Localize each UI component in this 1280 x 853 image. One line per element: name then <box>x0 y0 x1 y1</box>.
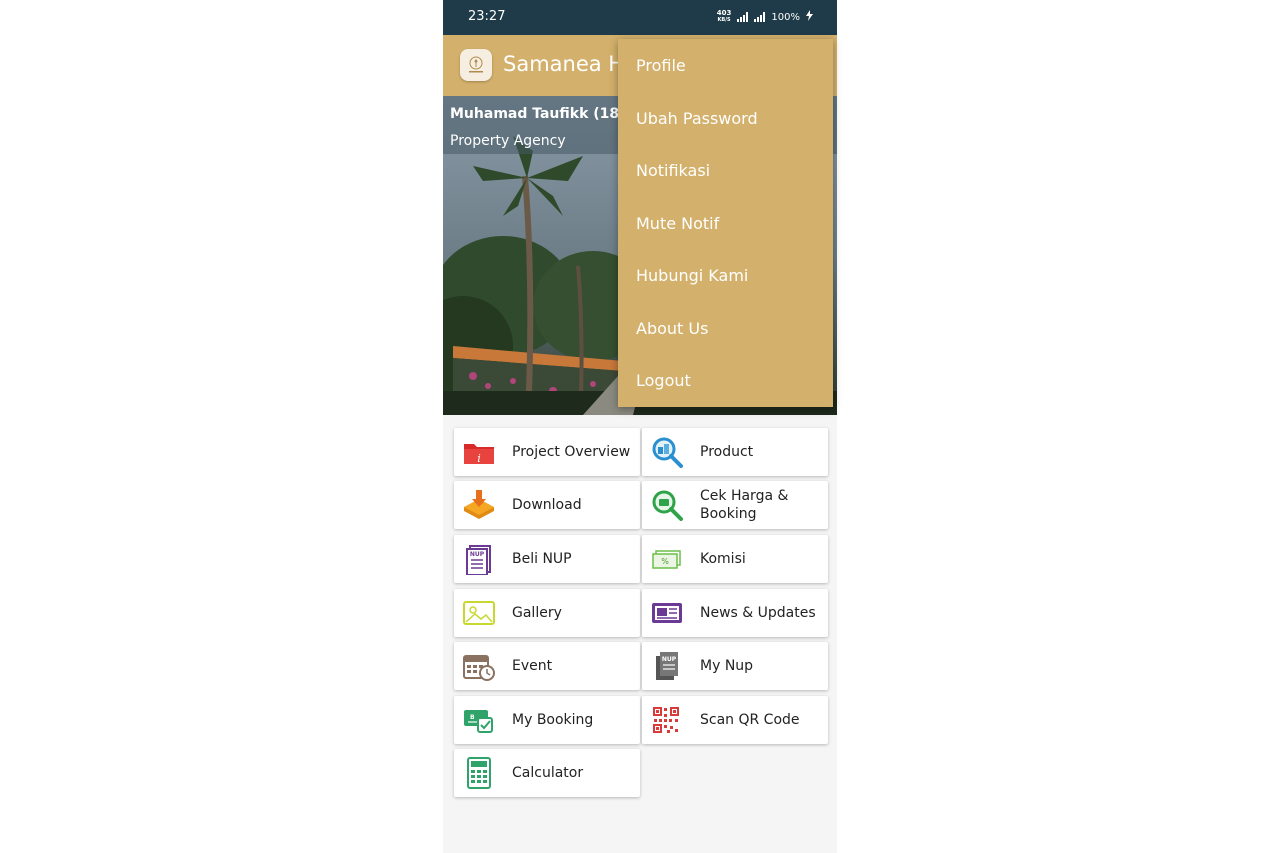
magnifier-building-icon <box>650 436 684 468</box>
menu-item-hubungi-kami[interactable]: Hubungi Kami <box>636 266 748 285</box>
menu-label: News & Updates <box>700 605 816 621</box>
menu-label: Project Overview <box>512 444 631 460</box>
my-nup-document-icon: NUP <box>650 650 684 682</box>
menu-gallery[interactable]: Gallery <box>454 589 640 637</box>
signal-icon-2 <box>754 12 766 22</box>
menu-label-line2: Booking <box>700 506 757 522</box>
menu-label-line1: Cek Harga & <box>700 488 789 504</box>
menu-label: Komisi <box>700 551 746 567</box>
svg-text:B: B <box>470 714 475 721</box>
app-title: Samanea Hil <box>503 52 636 76</box>
menu-download[interactable]: Download <box>454 481 640 529</box>
menu-item-profile[interactable]: Profile <box>636 56 686 75</box>
menu-label: Product <box>700 444 754 460</box>
menu-label: Event <box>512 658 553 674</box>
menu-item-notifikasi[interactable]: Notifikasi <box>636 161 710 180</box>
menu-cek-harga-booking[interactable]: Cek Harga & Booking <box>642 481 828 529</box>
app-logo-icon <box>460 49 492 81</box>
menu-project-overview[interactable]: i Project Overview <box>454 428 640 476</box>
calculator-icon <box>462 757 496 789</box>
menu-event[interactable]: Event <box>454 642 640 690</box>
svg-text:%: % <box>661 557 669 566</box>
calendar-clock-icon <box>462 650 496 682</box>
user-role: Property Agency <box>450 133 566 149</box>
status-bar: 23:27 403 KB/S 100% <box>443 0 837 35</box>
battery-percent: 100% <box>771 11 800 23</box>
folder-info-icon: i <box>462 436 496 468</box>
menu-label: Beli NUP <box>512 551 572 567</box>
menu-my-booking[interactable]: B My Booking <box>454 696 640 744</box>
overflow-menu: Profile Ubah Password Notifikasi Mute No… <box>618 39 833 407</box>
booking-check-icon: B <box>462 704 496 736</box>
charging-icon <box>806 10 813 24</box>
menu-label: My Nup <box>700 658 754 674</box>
menu-scan-qr-code[interactable]: Scan QR Code <box>642 696 828 744</box>
status-time: 23:27 <box>468 9 506 24</box>
menu-product[interactable]: Product <box>642 428 828 476</box>
menu-calculator[interactable]: Calculator <box>454 749 640 797</box>
menu-item-ubah-password[interactable]: Ubah Password <box>636 109 758 128</box>
menu-label: Gallery <box>512 605 562 621</box>
download-icon <box>462 489 496 521</box>
menu-label: Download <box>512 497 582 513</box>
newspaper-icon <box>650 597 684 629</box>
svg-text:i: i <box>477 452 481 465</box>
net-speed-unit: KB/S <box>717 17 731 23</box>
menu-komisi[interactable]: % Komisi <box>642 535 828 583</box>
qr-code-icon <box>650 704 684 736</box>
menu-label: My Booking <box>512 712 594 728</box>
nup-document-icon: NUP <box>462 543 496 576</box>
menu-beli-nup[interactable]: NUP Beli NUP <box>454 535 640 583</box>
menu-label: Cek Harga & Booking <box>700 481 824 529</box>
svg-text:NUP: NUP <box>470 551 485 558</box>
menu-item-logout[interactable]: Logout <box>636 371 691 390</box>
net-speed: 403 KB/S <box>717 10 732 24</box>
menu-label: Calculator <box>512 765 584 781</box>
signal-icon <box>737 12 749 22</box>
menu-item-mute-notif[interactable]: Mute Notif <box>636 214 719 233</box>
money-percent-icon: % <box>650 543 684 575</box>
net-speed-value: 403 <box>716 9 732 17</box>
menu-news-updates[interactable]: News & Updates <box>642 589 828 637</box>
menu-my-nup[interactable]: NUP My Nup <box>642 642 828 690</box>
menu-label: Scan QR Code <box>700 712 800 728</box>
status-icons: 403 KB/S 100% <box>717 10 813 24</box>
price-search-icon <box>650 489 684 521</box>
gallery-image-icon <box>462 597 496 629</box>
svg-text:NUP: NUP <box>662 656 677 663</box>
menu-item-about-us[interactable]: About Us <box>636 319 708 338</box>
